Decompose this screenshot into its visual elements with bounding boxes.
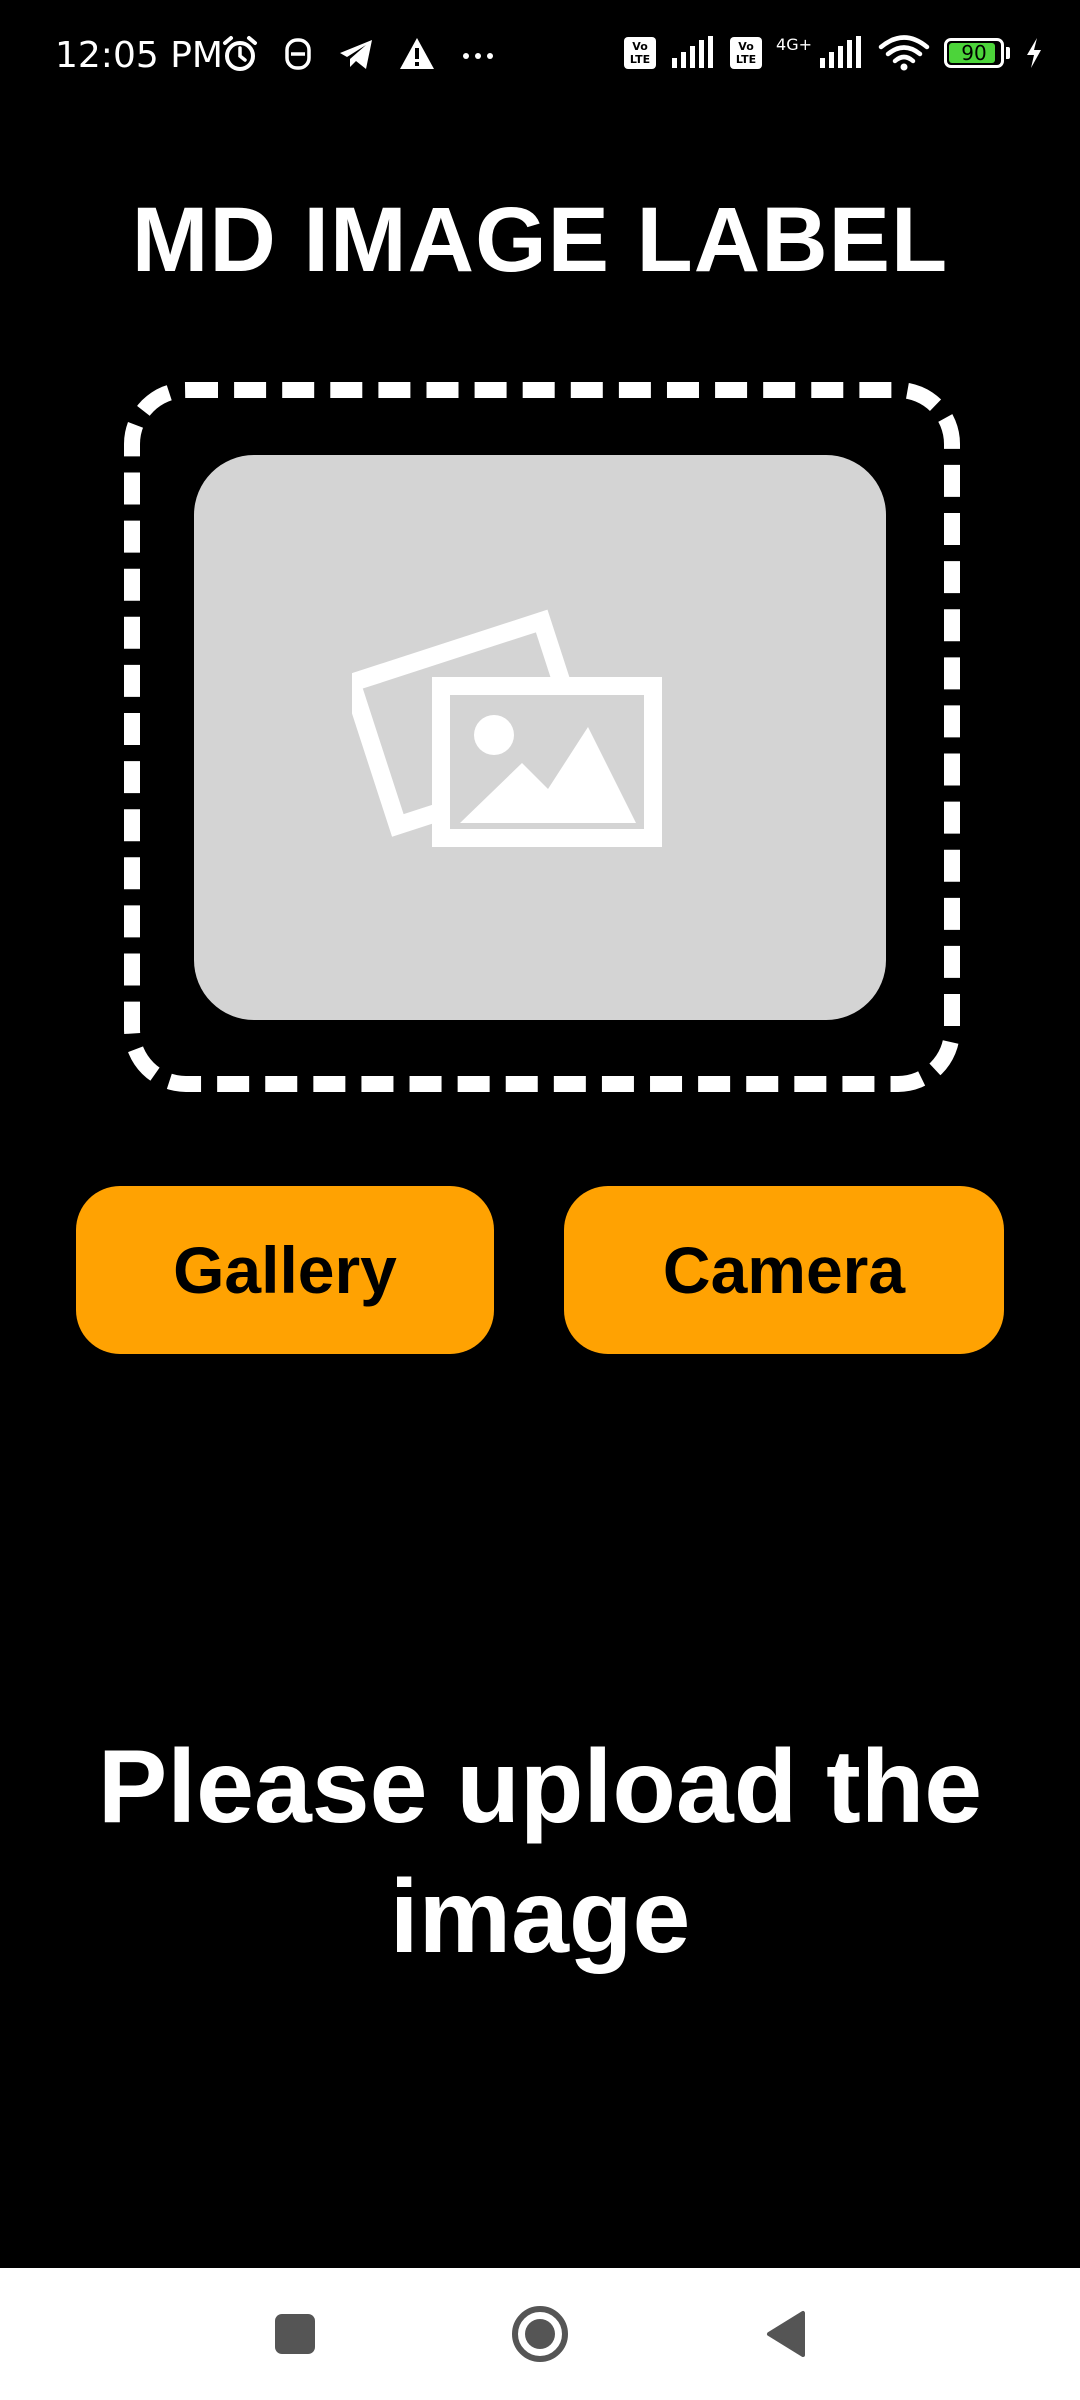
status-notification-icons <box>220 34 498 74</box>
warning-icon <box>400 38 434 69</box>
assistant-icon <box>285 38 311 70</box>
battery-indicator: 90 <box>944 38 1004 68</box>
home-button[interactable] <box>502 2296 578 2372</box>
status-time: 12:05 PM <box>55 35 223 76</box>
charging-icon <box>1027 38 1041 68</box>
alarm-icon <box>223 36 257 71</box>
telegram-icon <box>340 40 372 69</box>
page-title: MD IMAGE LABEL <box>131 189 949 291</box>
signal-icon-1 <box>672 36 714 68</box>
battery-cap <box>1006 47 1010 59</box>
gallery-button[interactable]: Gallery <box>76 1186 494 1354</box>
square-icon <box>275 2314 315 2354</box>
recents-button[interactable] <box>257 2296 333 2372</box>
status-system-icons: Vo LTE Vo LTE 4G+ 90 <box>624 34 1044 72</box>
signal-icon-2 <box>820 36 861 68</box>
status-bar: 12:05 PM Vo LTE Vo LTE 4G+ 90 <box>0 0 1080 110</box>
back-button[interactable] <box>748 2296 824 2372</box>
upload-prompt-message: Please upload the image <box>97 1729 983 1975</box>
system-nav-bar <box>0 2268 1080 2400</box>
wifi-icon <box>878 35 930 71</box>
network-type-label: 4G+ <box>776 34 812 54</box>
battery-level: 90 <box>961 41 987 65</box>
triangle-back-icon <box>767 2311 805 2357</box>
camera-button[interactable]: Camera <box>564 1186 1004 1354</box>
circle-icon <box>512 2306 568 2362</box>
volte-badge-1: Vo LTE <box>624 37 657 69</box>
volte-badge-2: Vo LTE <box>730 37 763 69</box>
image-placeholder-icon <box>352 609 662 847</box>
more-dots-icon <box>463 53 493 59</box>
